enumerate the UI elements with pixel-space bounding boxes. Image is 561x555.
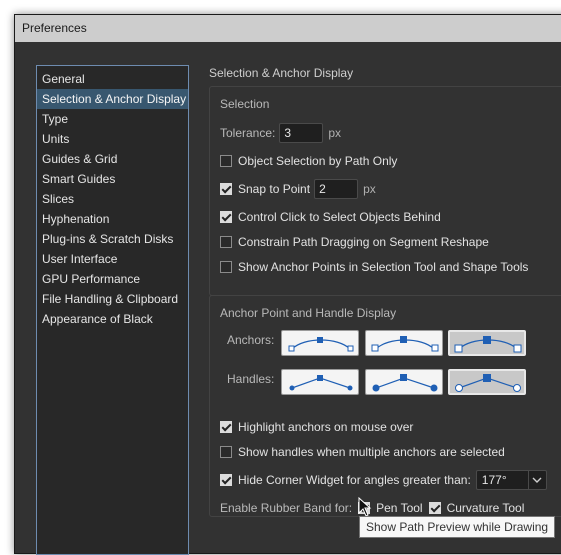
sidebar-item-general[interactable]: General (37, 69, 188, 89)
sidebar-item-smart-guides[interactable]: Smart Guides (37, 169, 188, 189)
sidebar-item-plugins-scratch-disks[interactable]: Plug-ins & Scratch Disks (37, 229, 188, 249)
category-list: General Selection & Anchor Display Type … (36, 65, 189, 555)
sidebar-item-user-interface[interactable]: User Interface (37, 249, 188, 269)
handle-style-1-button[interactable] (281, 369, 359, 395)
anchor-style-small-icon (288, 337, 354, 352)
handles-label-row: Handles: (227, 369, 278, 389)
snap-to-point-row: Snap to Point 2 px (220, 179, 376, 199)
pen-tool-label: Pen Tool (376, 501, 423, 515)
snap-to-point-unit: px (363, 182, 376, 196)
checkbox-unchecked-icon[interactable] (220, 261, 232, 273)
anchors-label-row: Anchors: (227, 330, 278, 350)
tolerance-row: Tolerance: 3 px (220, 123, 341, 143)
tooltip: Show Path Preview while Drawing (359, 516, 556, 538)
anchors-label: Anchors: (227, 333, 275, 347)
rubber-band-row: Enable Rubber Band for: Pen Tool Curvatu… (220, 498, 524, 518)
checkbox-checked-icon[interactable] (220, 421, 232, 433)
sidebar-item-guides-grid[interactable]: Guides & Grid (37, 149, 188, 169)
handle-style-small-icon (289, 375, 353, 391)
anchor-style-1-button[interactable] (281, 330, 359, 356)
corner-angle-select[interactable]: 177° (475, 470, 547, 490)
checkbox-checked-icon[interactable] (220, 474, 232, 486)
handle-style-medium-icon (372, 374, 438, 392)
handles-label: Handles: (227, 372, 275, 386)
checkbox-checked-icon[interactable] (220, 211, 232, 223)
control-click-label: Control Click to Select Objects Behind (238, 210, 441, 224)
anchor-style-medium-icon (371, 336, 439, 352)
tolerance-unit: px (328, 126, 342, 140)
highlight-anchors-row[interactable]: Highlight anchors on mouse over (220, 417, 413, 437)
anchor-display-group-title: Anchor Point and Handle Display (220, 306, 397, 320)
constrain-path-label: Constrain Path Dragging on Segment Resha… (238, 235, 489, 249)
control-click-row[interactable]: Control Click to Select Objects Behind (220, 207, 441, 227)
sidebar-item-appearance-of-black[interactable]: Appearance of Black (37, 309, 188, 329)
show-handles-multiple-label: Show handles when multiple anchors are s… (238, 445, 505, 459)
sidebar-item-gpu-performance[interactable]: GPU Performance (37, 269, 188, 289)
checkbox-unchecked-icon[interactable] (220, 236, 232, 248)
selection-group-title: Selection (220, 97, 270, 111)
selection-group: Selection Tolerance: 3 px Object Selecti… (209, 86, 561, 296)
window-title: Preferences (22, 21, 87, 35)
sidebar-item-type[interactable]: Type (37, 109, 188, 129)
checkbox-unchecked-icon[interactable] (220, 446, 232, 458)
anchor-style-2-button[interactable] (365, 330, 443, 356)
show-handles-multiple-row[interactable]: Show handles when multiple anchors are s… (220, 442, 505, 462)
corner-angle-value: 177° (481, 473, 507, 487)
chevron-down-icon[interactable] (527, 471, 546, 489)
handle-style-2-button[interactable] (365, 369, 443, 395)
sidebar-item-slices[interactable]: Slices (37, 189, 188, 209)
tolerance-label: Tolerance: (220, 126, 276, 140)
show-anchor-points-label: Show Anchor Points in Selection Tool and… (238, 260, 529, 274)
anchor-style-large-icon (454, 336, 522, 353)
constrain-path-row[interactable]: Constrain Path Dragging on Segment Resha… (220, 232, 489, 252)
sidebar-item-units[interactable]: Units (37, 129, 188, 149)
hide-corner-widget-row: Hide Corner Widget for angles greater th… (220, 470, 547, 490)
checkbox-unchecked-icon[interactable] (220, 155, 232, 167)
object-selection-by-path-label: Object Selection by Path Only (238, 154, 398, 168)
show-anchor-points-row[interactable]: Show Anchor Points in Selection Tool and… (220, 257, 528, 277)
checkbox-checked-icon[interactable] (220, 183, 232, 195)
curvature-tool-label: Curvature Tool (446, 501, 525, 515)
anchor-display-group: Anchor Point and Handle Display Anchors: (209, 295, 561, 517)
snap-to-point-label: Snap to Point (238, 182, 311, 196)
sidebar-item-hyphenation[interactable]: Hyphenation (37, 209, 188, 229)
sidebar-item-selection-anchor-display[interactable]: Selection & Anchor Display (37, 89, 188, 109)
hide-corner-widget-label: Hide Corner Widget for angles greater th… (238, 473, 471, 487)
mouse-pointer-icon (358, 497, 372, 517)
rubber-band-label: Enable Rubber Band for: (220, 501, 353, 515)
window-titlebar: Preferences (15, 15, 561, 42)
snap-to-point-input[interactable]: 2 (314, 179, 359, 199)
sidebar-item-file-handling-clipboard[interactable]: File Handling & Clipboard (37, 289, 188, 309)
handle-style-large-icon (455, 374, 521, 392)
checkbox-checked-icon[interactable] (428, 502, 441, 514)
handle-style-3-button[interactable] (448, 369, 526, 395)
highlight-anchors-label: Highlight anchors on mouse over (238, 420, 414, 434)
tolerance-input[interactable]: 3 (279, 123, 324, 143)
preferences-window: Preferences General Selection & Anchor D… (14, 14, 561, 555)
object-selection-by-path-row[interactable]: Object Selection by Path Only (220, 151, 397, 171)
section-title: Selection & Anchor Display (209, 66, 354, 80)
anchor-style-3-button[interactable] (448, 330, 526, 356)
